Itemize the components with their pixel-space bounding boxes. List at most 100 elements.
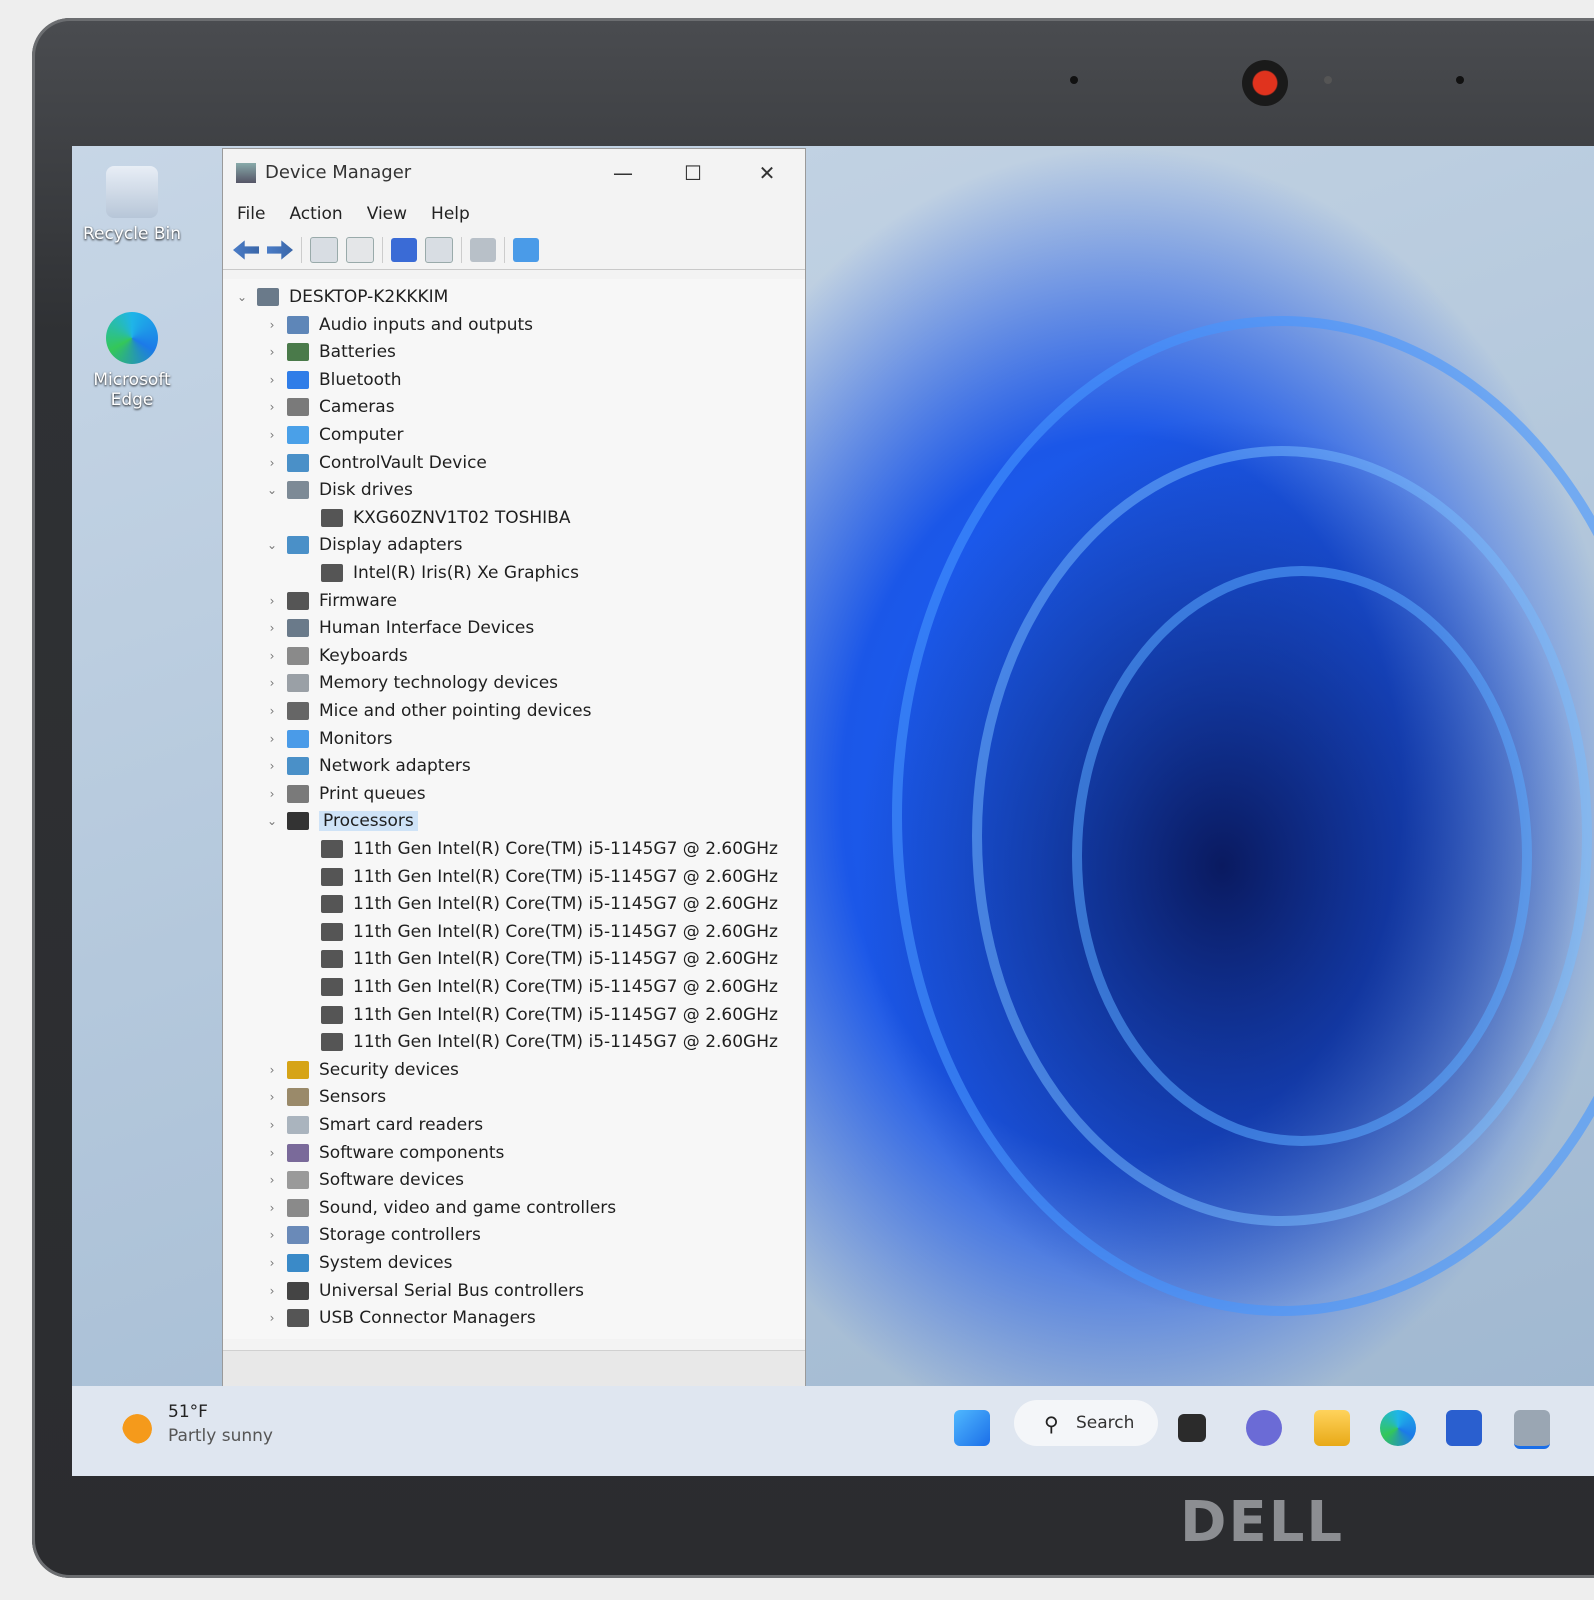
properties-icon[interactable] [346, 237, 374, 263]
tree-item[interactable]: › Firmware [265, 589, 397, 613]
device-manager-taskbar-icon[interactable] [1514, 1410, 1550, 1449]
tree-item[interactable]: › Sound, video and game controllers [265, 1196, 617, 1220]
chevron-right-icon[interactable]: › [265, 1063, 279, 1077]
chevron-right-icon[interactable]: › [265, 1173, 279, 1187]
tree-item[interactable]: › Software components [265, 1141, 505, 1165]
chevron-right-icon[interactable]: › [265, 1201, 279, 1215]
tree-item[interactable]: › Cameras [265, 395, 395, 419]
chevron-right-icon[interactable]: › [265, 649, 279, 663]
tree-item[interactable]: › Storage controllers [265, 1223, 481, 1247]
start-icon[interactable] [954, 1410, 990, 1446]
chat-icon[interactable] [1246, 1410, 1282, 1446]
chevron-right-icon[interactable]: › [265, 1228, 279, 1242]
device-view-icon[interactable] [425, 237, 453, 263]
chevron-down-icon[interactable]: ⌄ [265, 483, 279, 497]
menu-view[interactable]: View [367, 204, 407, 224]
tree-item[interactable]: › ControlVault Device [265, 451, 487, 475]
chevron-right-icon[interactable]: › [265, 318, 279, 332]
chevron-down-icon[interactable]: ⌄ [265, 814, 279, 828]
chevron-right-icon[interactable]: › [265, 1284, 279, 1298]
tree-item[interactable]: › Software devices [265, 1168, 464, 1192]
tree-item[interactable]: ⌄ Display adapters [265, 533, 463, 557]
chevron-down-icon[interactable]: ⌄ [235, 290, 249, 304]
tree-item[interactable]: › Security devices [265, 1058, 459, 1082]
tree-child-item[interactable]: 11th Gen Intel(R) Core(TM) i5-1145G7 @ 2… [299, 947, 778, 971]
tree-item[interactable]: › Sensors [265, 1085, 387, 1109]
tree-child-item[interactable]: 11th Gen Intel(R) Core(TM) i5-1145G7 @ 2… [299, 1003, 778, 1027]
chevron-right-icon[interactable]: › [265, 732, 279, 746]
tree-item[interactable]: › Network adapters [265, 754, 471, 778]
forward-icon[interactable] [267, 240, 293, 260]
tree-item[interactable]: › USB Connector Managers [265, 1306, 536, 1330]
tree-item[interactable]: › Human Interface Devices [265, 616, 535, 640]
tree-child-item[interactable]: 11th Gen Intel(R) Core(TM) i5-1145G7 @ 2… [299, 865, 778, 889]
tree-item[interactable]: › Mice and other pointing devices [265, 699, 592, 723]
weather-temperature[interactable]: 51°F [168, 1402, 208, 1422]
menu-help[interactable]: Help [431, 204, 470, 224]
title-bar[interactable]: Device Manager — ☐ ✕ [223, 149, 805, 197]
task-view-icon[interactable] [1178, 1414, 1206, 1442]
weather-partly-sunny-icon[interactable] [122, 1406, 160, 1444]
device-category-icon [287, 1254, 309, 1272]
tree-child-item[interactable]: 11th Gen Intel(R) Core(TM) i5-1145G7 @ 2… [299, 837, 778, 861]
taskbar-search-button[interactable]: ⚲ Search [1014, 1400, 1158, 1446]
minimize-button[interactable]: — [603, 159, 643, 187]
chevron-right-icon[interactable]: › [265, 1090, 279, 1104]
scan-hardware-icon[interactable] [513, 238, 539, 262]
tree-item[interactable]: › Batteries [265, 340, 396, 364]
tree-item[interactable]: › Smart card readers [265, 1113, 483, 1137]
weather-description[interactable]: Partly sunny [168, 1426, 273, 1446]
tree-item[interactable]: › Memory technology devices [265, 671, 558, 695]
chevron-right-icon[interactable]: › [265, 428, 279, 442]
chevron-right-icon[interactable]: › [265, 621, 279, 635]
close-button[interactable]: ✕ [747, 159, 787, 187]
desktop-icon-edge[interactable]: Microsoft Edge [82, 312, 182, 410]
chevron-right-icon[interactable]: › [265, 345, 279, 359]
help-icon[interactable] [391, 238, 417, 262]
tree-item[interactable]: › Universal Serial Bus controllers [265, 1279, 584, 1303]
tree-child-item[interactable]: 11th Gen Intel(R) Core(TM) i5-1145G7 @ 2… [299, 975, 778, 999]
tree-item[interactable]: › Audio inputs and outputs [265, 313, 533, 337]
tree-item[interactable]: › Monitors [265, 727, 393, 751]
maximize-button[interactable]: ☐ [673, 159, 713, 187]
tree-item[interactable]: › Computer [265, 423, 404, 447]
chevron-right-icon[interactable]: › [265, 1118, 279, 1132]
chevron-right-icon[interactable]: › [265, 594, 279, 608]
menu-file[interactable]: File [237, 204, 265, 224]
update-driver-icon[interactable] [470, 238, 496, 262]
chevron-right-icon[interactable]: › [265, 787, 279, 801]
tree-item[interactable]: › Print queues [265, 782, 426, 806]
tree-child-item[interactable]: 11th Gen Intel(R) Core(TM) i5-1145G7 @ 2… [299, 920, 778, 944]
menu-action[interactable]: Action [289, 204, 342, 224]
tree-item[interactable]: › System devices [265, 1251, 453, 1275]
taskbar: 51°F Partly sunny ⚲ Search [72, 1386, 1594, 1476]
chevron-right-icon[interactable]: › [265, 704, 279, 718]
chevron-right-icon[interactable]: › [265, 1256, 279, 1270]
tree-child-item[interactable]: Intel(R) Iris(R) Xe Graphics [299, 561, 579, 585]
store-icon[interactable] [1446, 1410, 1482, 1446]
desktop-icon-recycle-bin[interactable]: Recycle Bin [82, 166, 182, 244]
screen: Recycle Bin Microsoft Edge Device Manage… [72, 146, 1594, 1476]
tree-item[interactable]: › Bluetooth [265, 368, 402, 392]
tree-item[interactable]: ⌄ Disk drives [265, 478, 413, 502]
tree-item[interactable]: ⌄ Processors [265, 809, 418, 833]
tree-child-item[interactable]: KXG60ZNV1T02 TOSHIBA [299, 506, 570, 530]
chevron-down-icon[interactable]: ⌄ [265, 538, 279, 552]
chevron-right-icon[interactable]: › [265, 676, 279, 690]
show-hide-console-tree-icon[interactable] [310, 237, 338, 263]
file-explorer-icon[interactable] [1314, 1410, 1350, 1446]
device-category-icon [321, 840, 343, 858]
tree-item[interactable]: › Keyboards [265, 644, 408, 668]
chevron-right-icon[interactable]: › [265, 1311, 279, 1325]
chevron-right-icon[interactable]: › [265, 1146, 279, 1160]
chevron-right-icon[interactable]: › [265, 373, 279, 387]
tree-child-item[interactable]: 11th Gen Intel(R) Core(TM) i5-1145G7 @ 2… [299, 892, 778, 916]
chevron-right-icon[interactable]: › [265, 759, 279, 773]
tree-root[interactable]: ⌄ DESKTOP-K2KKKIM [235, 285, 448, 309]
chevron-right-icon[interactable]: › [265, 456, 279, 470]
edge-icon[interactable] [1380, 1410, 1416, 1446]
device-category-icon [287, 1198, 309, 1217]
chevron-right-icon[interactable]: › [265, 400, 279, 414]
tree-child-item[interactable]: 11th Gen Intel(R) Core(TM) i5-1145G7 @ 2… [299, 1030, 778, 1054]
back-icon[interactable] [233, 240, 259, 260]
